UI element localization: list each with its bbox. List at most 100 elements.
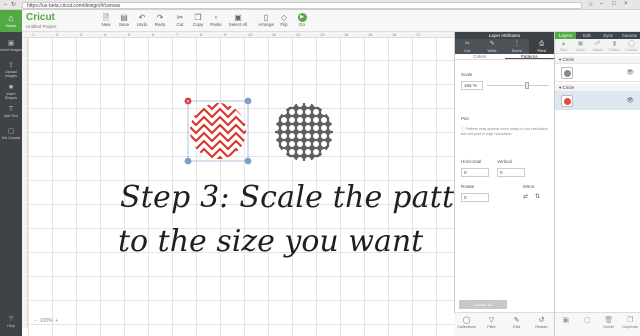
- update-all-button[interactable]: Update All: [459, 300, 507, 309]
- tab-edit[interactable]: Edit: [576, 32, 597, 39]
- duplicate-button[interactable]: ❐ Duplicate: [620, 313, 640, 336]
- flip-icon: ◇: [280, 13, 288, 22]
- delete-handle-icon[interactable]: ×: [184, 97, 192, 105]
- ungroup-icon: ▢: [583, 317, 591, 324]
- flip-button[interactable]: ◇ Flip: [276, 13, 292, 27]
- cut-button[interactable]: ✂ Cut: [172, 13, 188, 27]
- flatten-button[interactable]: ▮ Flatten: [606, 39, 623, 53]
- step-instruction-line2: to the size you want: [118, 224, 424, 259]
- undo-button[interactable]: ↶ Undo: [134, 13, 150, 27]
- delete-button[interactable]: 🗑 Delete: [598, 313, 620, 336]
- close-window-icon[interactable]: ×: [624, 1, 628, 7]
- save-button[interactable]: ▤ Save: [116, 13, 132, 27]
- left-sidebar: ⌂ Home ▣ Insert Images ⇧ Upload Images ■ Ins…: [0, 10, 22, 336]
- eye-icon[interactable]: 👁: [626, 97, 634, 104]
- lock-handle-icon[interactable]: [184, 157, 192, 165]
- attach-button[interactable]: ☍ Attach: [589, 39, 606, 53]
- mirror-horizontal-icon[interactable]: ⇄: [523, 193, 528, 200]
- url-bar[interactable]: https://us-beta.cricut.com/design/#/canv…: [22, 2, 582, 9]
- tab-print[interactable]: ⎙ Print: [529, 39, 554, 54]
- maximize-icon[interactable]: □: [612, 1, 616, 7]
- layers-tabs: Layers Edit Sync Canvas: [555, 32, 640, 39]
- tab-score[interactable]: ⋮ Score: [505, 39, 530, 54]
- restart-icon: ↺: [538, 317, 545, 324]
- subtab-patterns[interactable]: Patterns: [504, 54, 554, 59]
- layer-tools: ▲ Slice ▣ Weld ☍ Attach ▮ Flatten ◯ Contour: [555, 39, 640, 54]
- slice-icon: ▲: [560, 41, 567, 47]
- filter-icon: ▽: [488, 317, 495, 324]
- help-icon: ?: [9, 316, 13, 323]
- tab-layers[interactable]: Layers: [555, 32, 577, 39]
- insert-shapes-button[interactable]: ■ Insert Shapes: [0, 84, 22, 100]
- redo-button[interactable]: ↷ Redo: [152, 13, 168, 27]
- ruler-top: 1 2 3 4 5 6 7 8 9 10 11 12 13 14 15 16 1…: [22, 32, 454, 38]
- tab-canvas[interactable]: Canvas: [619, 32, 640, 39]
- layer-row[interactable]: 👁: [555, 92, 640, 110]
- resolution-note: ⓘ Pattern may appear more sharp in low r…: [461, 127, 548, 136]
- step-instruction-line1: Step 3: Scale the pattern: [120, 180, 507, 215]
- copy-button[interactable]: ❐ Copy: [190, 13, 206, 27]
- resize-handle-icon[interactable]: [244, 157, 252, 165]
- home-icon: ⌂: [8, 13, 14, 23]
- insert-images-button[interactable]: ▣ Insert Images: [0, 40, 22, 52]
- layers-bottom-bar: ▣ ▢ 🗑 Delete ❐ Duplicate: [555, 312, 640, 336]
- zoom-control[interactable]: − 100% +: [34, 318, 58, 324]
- contour-button[interactable]: ◯ Contour: [623, 39, 640, 53]
- image-icon: ▣: [7, 40, 15, 47]
- go-button[interactable]: ▶ Go: [294, 13, 310, 27]
- layer-group-title[interactable]: ▾ Circle: [555, 84, 640, 92]
- shapes-icon: ■: [8, 84, 14, 91]
- back-icon[interactable]: ←: [3, 1, 9, 7]
- restart-button[interactable]: ↺ Restart: [529, 313, 554, 336]
- vertical-input[interactable]: 0: [497, 168, 525, 177]
- new-button[interactable]: 🗎 New: [98, 13, 114, 27]
- subtab-colors[interactable]: Colors: [455, 54, 505, 59]
- weld-button[interactable]: ▣ Weld: [572, 39, 589, 53]
- edit-button[interactable]: ✎ Edit: [504, 313, 529, 336]
- rotate-handle-icon[interactable]: [244, 97, 252, 105]
- set-canvas-button[interactable]: ▢ Set Canvas: [0, 128, 22, 140]
- go-icon: ▶: [297, 13, 307, 22]
- scale-input[interactable]: 155 %: [461, 81, 483, 90]
- star-icon[interactable]: ☆: [588, 1, 593, 8]
- undo-icon: ↶: [138, 13, 146, 22]
- reload-icon[interactable]: ↻: [11, 1, 16, 8]
- horizontal-input[interactable]: 0: [461, 168, 489, 177]
- slice-button[interactable]: ▲ Slice: [555, 39, 572, 53]
- layer-group-title[interactable]: ▾ Circle: [555, 56, 640, 64]
- red-pattern-circle[interactable]: ×: [184, 97, 260, 169]
- tab-cut[interactable]: ✂ Cut: [455, 39, 480, 54]
- eye-icon[interactable]: 👁: [626, 69, 634, 76]
- contour-icon: ◯: [628, 41, 635, 47]
- ungroup-button[interactable]: ▢: [577, 313, 599, 336]
- group-button[interactable]: ▣: [555, 313, 577, 336]
- tab-sync[interactable]: Sync: [598, 32, 619, 39]
- add-text-button[interactable]: T Add Text: [0, 106, 22, 118]
- scale-slider[interactable]: [487, 85, 549, 86]
- gray-pattern-circle[interactable]: [272, 100, 336, 164]
- upload-images-button[interactable]: ⇧ Upload Images: [0, 62, 22, 78]
- layer-thumbnail: [561, 67, 573, 79]
- project-name[interactable]: Untitled Project: [26, 24, 57, 29]
- arrange-button[interactable]: ▯ Arrange: [256, 13, 276, 27]
- group-icon: ▣: [562, 317, 570, 324]
- mirror-vertical-icon[interactable]: ⇅: [535, 193, 540, 200]
- select-all-button[interactable]: ▣ Select All: [228, 13, 248, 27]
- tab-write[interactable]: ✎ Write: [480, 39, 505, 54]
- collections-button[interactable]: ◯ Collections: [454, 313, 479, 336]
- select-all-icon: ▣: [234, 13, 242, 22]
- paste-icon: ▫: [214, 13, 218, 22]
- panel-title: Layer Attributes: [455, 32, 554, 39]
- minimize-icon[interactable]: –: [600, 1, 603, 7]
- home-button[interactable]: ⌂ Home: [0, 10, 22, 32]
- help-button[interactable]: ? Help: [0, 316, 22, 328]
- duplicate-icon: ❐: [627, 317, 634, 324]
- scissors-icon: ✂: [464, 41, 470, 47]
- horizontal-label: Horizontal: [461, 159, 482, 164]
- paste-button[interactable]: ▫ Paste: [208, 13, 224, 27]
- print-icon: ⎙: [539, 41, 545, 47]
- rotate-input[interactable]: 0: [461, 193, 489, 202]
- filter-button[interactable]: ▽ Filter: [479, 313, 504, 336]
- layer-row[interactable]: 👁: [555, 64, 640, 82]
- scale-slider-handle[interactable]: [525, 82, 529, 89]
